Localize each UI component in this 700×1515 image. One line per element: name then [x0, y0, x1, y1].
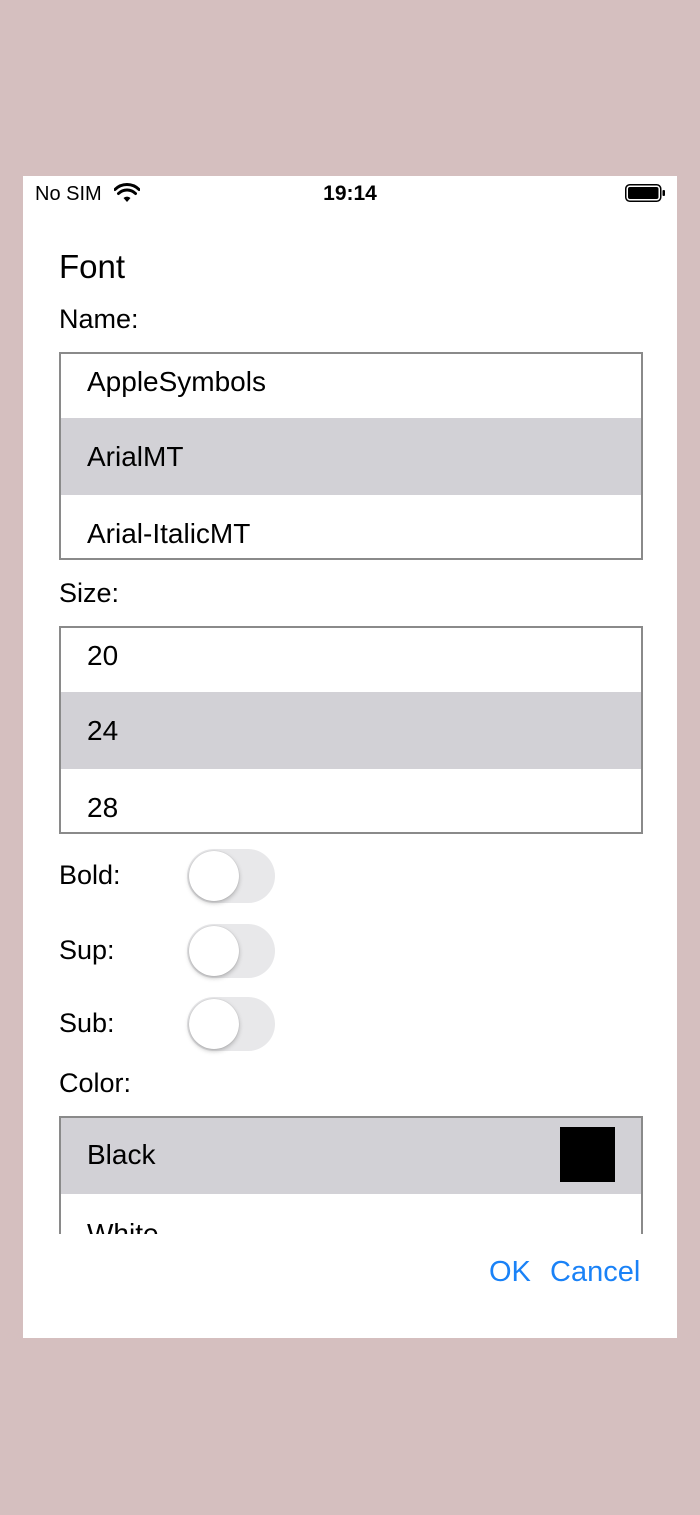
- color-option-selected[interactable]: Black: [61, 1118, 641, 1194]
- size-picker[interactable]: 20 24 28: [59, 626, 643, 834]
- sup-toggle[interactable]: [187, 924, 275, 978]
- bold-toggle[interactable]: [187, 849, 275, 903]
- size-label: Size:: [59, 578, 120, 608]
- color-picker[interactable]: Black White: [59, 1116, 643, 1234]
- size-option-selected[interactable]: 24: [61, 692, 641, 769]
- color-label: Color:: [59, 1068, 132, 1098]
- status-bar: No SIM 19:14: [23, 176, 677, 212]
- name-option[interactable]: Arial-ItalicMT: [61, 495, 641, 558]
- font-dialog: No SIM 19:14 Font Name: AppleSymbols Ari…: [23, 176, 677, 1338]
- sup-label: Sup:: [59, 935, 115, 965]
- ok-button[interactable]: OK: [489, 1256, 531, 1289]
- sub-toggle[interactable]: [187, 997, 275, 1051]
- size-option[interactable]: 20: [61, 628, 641, 692]
- name-option-selected[interactable]: ArialMT: [61, 418, 641, 495]
- sub-label: Sub:: [59, 1008, 115, 1038]
- cancel-button[interactable]: Cancel: [550, 1256, 640, 1289]
- battery-icon: [625, 184, 665, 202]
- toggle-knob: [189, 926, 239, 976]
- status-time: 19:14: [323, 182, 377, 205]
- bold-label: Bold:: [59, 860, 121, 890]
- color-option[interactable]: White: [61, 1194, 641, 1234]
- color-option-label: Black: [87, 1139, 156, 1170]
- dialog-title: Font: [59, 248, 126, 285]
- toggle-knob: [189, 999, 239, 1049]
- size-option[interactable]: 28: [61, 769, 641, 832]
- name-label: Name:: [59, 304, 139, 334]
- toggle-knob: [189, 851, 239, 901]
- name-picker[interactable]: AppleSymbols ArialMT Arial-ItalicMT: [59, 352, 643, 560]
- name-option[interactable]: AppleSymbols: [61, 354, 641, 418]
- color-swatch: [560, 1127, 615, 1182]
